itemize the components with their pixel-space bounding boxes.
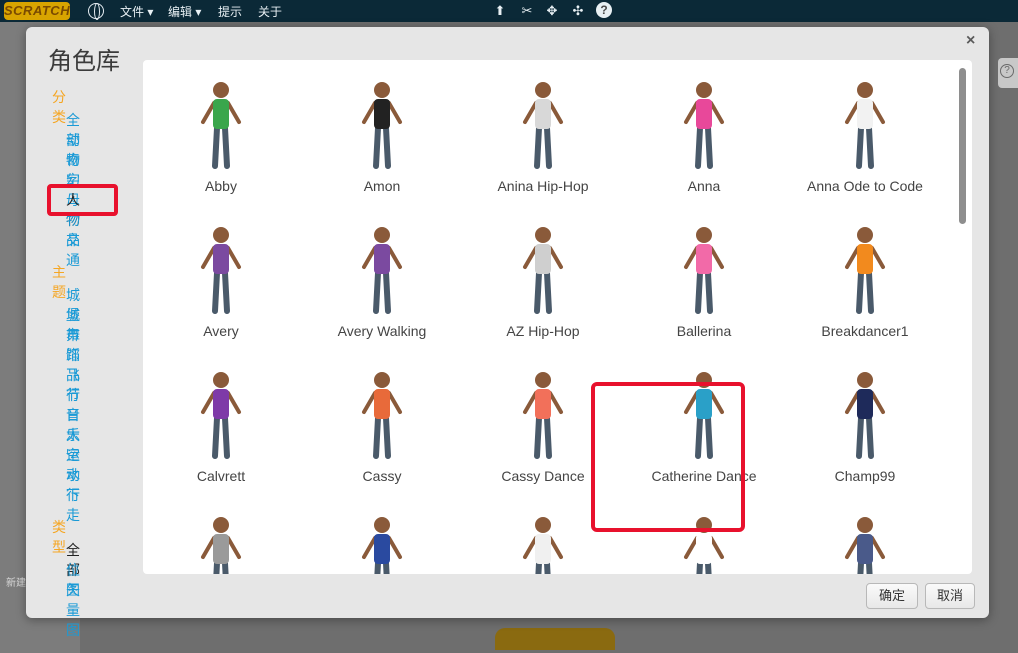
sprite-name: Avery [203, 323, 239, 339]
sprite-name: Amon [363, 178, 401, 194]
sprite-tile[interactable] [307, 503, 457, 574]
side-help-tab[interactable]: ? [998, 58, 1018, 88]
sprite-tile[interactable]: AZ Hip-Hop [468, 213, 618, 353]
type-vector[interactable]: 矢量图 [66, 580, 80, 640]
sprite-thumbnail [201, 227, 241, 314]
sprite-grid: Abby Amon Anina Hip-Hop Anna Anna Ode to Cod… [143, 60, 972, 574]
sprite-name: Anina Hip-Hop [497, 178, 589, 194]
cancel-button[interactable]: 取消 [925, 583, 975, 609]
sprite-tile[interactable] [146, 503, 296, 574]
stamp-icon[interactable]: ⬆ [492, 3, 508, 19]
menu-edit[interactable]: 编辑 ▾ [168, 3, 201, 20]
sprite-thumbnail [362, 372, 402, 459]
sprite-name: Anna Ode to Code [807, 178, 923, 194]
grow-icon[interactable]: ✥ [544, 3, 560, 19]
dialog-title: 角色库 [48, 48, 120, 75]
sprite-tile[interactable]: Champ99 [790, 358, 940, 498]
menu-bar: SCRATCH 文件 ▾ 编辑 ▾ 提示 关于 ⬆ ✂ ✥ ✣ ? [0, 0, 1018, 22]
sprite-thumbnail [201, 82, 241, 169]
sprite-name: Abby [205, 178, 237, 194]
sprite-tile[interactable]: Anna Ode to Code [790, 68, 940, 208]
close-icon[interactable]: × [966, 32, 975, 50]
sprite-tile[interactable]: Calvrett [146, 358, 296, 498]
cut-icon[interactable]: ✂ [519, 3, 535, 19]
sprite-thumbnail [523, 82, 563, 169]
sprite-thumbnail [362, 517, 402, 574]
menu-about[interactable]: 关于 [258, 3, 282, 20]
theme-walking[interactable]: 行走 [66, 485, 80, 525]
scrollbar-thumb[interactable] [959, 68, 966, 224]
sprite-thumbnail [523, 372, 563, 459]
sprite-thumbnail [684, 82, 724, 169]
sprite-thumbnail [845, 227, 885, 314]
sprite-name: AZ Hip-Hop [506, 323, 580, 339]
sprite-thumbnail [362, 227, 402, 314]
new-sprite-label: 新建 [6, 578, 26, 589]
sprite-name: Champ99 [834, 468, 896, 484]
sprite-library-dialog: 角色库 × 分类 全部 动物 奇幻 字母 人物 物品 交通 主题 城堡 城市 舞… [26, 27, 989, 638]
scratch-logo[interactable]: SCRATCH [4, 2, 70, 20]
help-icon[interactable]: ? [596, 2, 612, 18]
sprite-name: Cassy [362, 468, 402, 484]
sprite-thumbnail [845, 517, 885, 574]
sprite-thumbnail [201, 517, 241, 574]
sprite-thumbnail [201, 372, 241, 459]
shrink-icon[interactable]: ✣ [570, 3, 586, 19]
sprite-name: Avery Walking [337, 323, 427, 339]
sprite-thumbnail [845, 372, 885, 459]
theme-heading: 主题 [52, 264, 66, 300]
sprite-tile[interactable]: Abby [146, 68, 296, 208]
menu-file[interactable]: 文件 ▾ [120, 3, 153, 20]
sprite-tile[interactable]: Ballerina [629, 213, 779, 353]
help-icon: ? [1000, 64, 1014, 78]
ok-button[interactable]: 确定 [866, 583, 918, 609]
sprite-thumbnail [845, 82, 885, 169]
sprite-name: Anna [687, 178, 721, 194]
sprite-thumbnail [684, 227, 724, 314]
sprite-thumbnail [523, 517, 563, 574]
type-heading: 类型 [52, 519, 66, 555]
sprite-thumbnail [523, 227, 563, 314]
menu-tips[interactable]: 提示 [218, 3, 242, 20]
category-heading: 分类 [52, 89, 66, 125]
sprite-tile[interactable]: Amon [307, 68, 457, 208]
selected-sprite-highlight [591, 382, 745, 532]
sprite-tile[interactable]: Cassy [307, 358, 457, 498]
sprite-tile[interactable]: Anna [629, 68, 779, 208]
sprite-thumbnail [362, 82, 402, 169]
sprite-tile[interactable]: Avery Walking [307, 213, 457, 353]
selected-category-highlight [47, 184, 118, 216]
sprite-tile[interactable] [790, 503, 940, 574]
sprite-name: Breakdancer1 [821, 323, 909, 339]
sprite-tile[interactable]: Anina Hip-Hop [468, 68, 618, 208]
sprite-name: Ballerina [676, 323, 732, 339]
category-transportation[interactable]: 交通 [66, 230, 80, 270]
sprite-name: Calvrett [196, 468, 246, 484]
editor-bottom-block [495, 628, 615, 650]
globe-icon[interactable] [88, 3, 104, 20]
sprite-tile[interactable]: Breakdancer1 [790, 213, 940, 353]
sprite-tile[interactable]: Avery [146, 213, 296, 353]
